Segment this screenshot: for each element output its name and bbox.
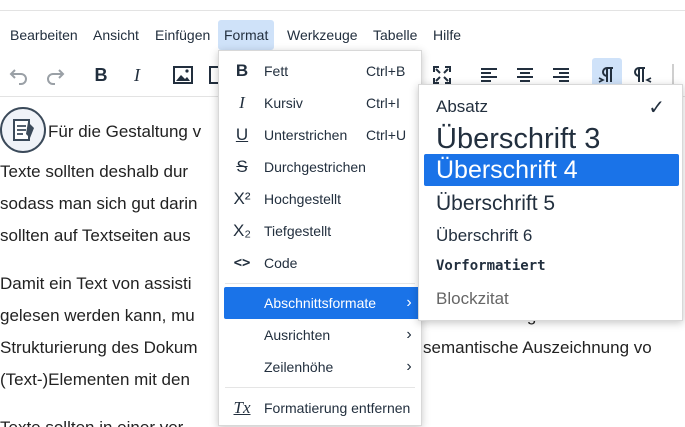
menu-bearbeiten[interactable]: Bearbeiten [4,20,84,50]
code-icon: <> [233,255,251,271]
chevron-right-icon: › [406,294,412,311]
block-item-h5[interactable]: Überschrift 5 [424,188,679,220]
italic-icon[interactable]: I [122,58,152,92]
paragraph-line-7-end: semantische Auszeichnung vo [423,338,652,357]
format-item-label: Abschnittsformate [264,295,377,311]
check-icon: ✓ [648,96,665,119]
paragraph-line-4: sollten auf Textseiten aus [0,226,191,245]
format-item-shortcut: Ctrl+I [366,95,400,111]
block-item-label: Überschrift 4 [436,155,578,184]
format-item-label: Ausrichten [264,327,331,343]
menu-werkzeuge[interactable]: Werkzeuge [281,20,364,50]
format-bold-item[interactable]: B Fett Ctrl+B [220,55,420,87]
menu-format[interactable]: Format [218,20,275,50]
paragraph-line-3: sodass man sich gut darin [0,194,198,213]
paragraph-line-8: (Text-)Elementen mit den [0,370,190,389]
top-border [0,0,685,11]
menu-tabelle[interactable]: Tabelle [367,20,423,50]
format-item-label: Kursiv [264,95,303,111]
redo-icon[interactable] [40,58,70,92]
menu-einfuegen[interactable]: Einfügen [149,20,216,50]
format-item-label: Hochgestellt [264,191,342,207]
block-item-label: Absatz [436,97,488,116]
format-menu: B Fett Ctrl+B I Kursiv Ctrl+I U Unterstr… [218,50,422,426]
block-item-h4[interactable]: Überschrift 4 [424,154,679,186]
format-item-label: Zeilenhöhe [264,359,334,375]
format-italic-item[interactable]: I Kursiv Ctrl+I [220,87,420,119]
format-item-label: Durchgestrichen [264,159,366,175]
format-strikethrough-item[interactable]: S Durchgestrichen [220,151,420,183]
paragraph-line-9: Texte sollten in einer ver [0,412,183,427]
menu-separator [225,387,415,388]
block-item-h6[interactable]: Überschrift 6 [424,221,679,251]
italic-icon: I [239,93,245,112]
chevron-right-icon: › [406,358,412,375]
paragraph-line-2: Texte sollten deshalb dur [0,162,189,181]
menu-hilfe[interactable]: Hilfe [427,20,467,50]
format-item-label: Unterstrichen [264,127,348,143]
paragraph-line-6: gelesen werden kann, mu [0,306,195,325]
block-formats-submenu: Absatz ✓ Überschrift 3 Überschrift 4 Übe… [418,84,683,321]
chevron-right-icon: › [406,326,412,343]
format-superscript-item[interactable]: X² Hochgestellt [220,183,420,215]
underline-icon: U [235,125,249,144]
format-clear-item[interactable]: Tx Formatierung entfernen [220,392,420,424]
menu-ansicht[interactable]: Ansicht [87,20,145,50]
format-line-height-item[interactable]: Zeilenhöhe › [220,351,420,383]
subscript-icon: X₂ [233,221,251,240]
format-item-label: Code [264,255,298,271]
format-underline-item[interactable]: U Unterstrichen Ctrl+U [220,119,420,151]
format-item-shortcut: Ctrl+B [366,63,406,79]
paragraph-line-7: Strukturierung des Dokum [0,338,198,357]
menu-separator [225,283,415,284]
block-item-h3[interactable]: Überschrift 3 [424,121,679,157]
block-item-label: Überschrift 6 [436,226,533,245]
format-align-item[interactable]: Ausrichten › [220,319,420,351]
format-item-label: Tiefgestellt [264,223,332,239]
format-code-item[interactable]: <> Code [220,247,420,279]
block-item-label: Überschrift 5 [436,192,556,215]
paragraph-line-1: Für die Gestaltung v [48,122,202,141]
clear-formatting-icon: Tx [233,398,251,417]
image-icon[interactable] [168,58,198,92]
menubar: Bearbeiten Ansicht Einfügen Format Werkz… [0,20,685,50]
superscript-icon: X² [233,189,251,208]
block-item-label: Vorformatiert [436,258,546,274]
bold-icon: B [235,61,249,80]
format-item-shortcut: Ctrl+U [366,127,407,143]
undo-icon[interactable] [4,58,34,92]
document-icon [0,107,46,153]
block-item-label: Blockzitat [436,289,509,308]
strikethrough-icon: S [236,157,248,176]
paragraph-line-5: Damit ein Text von assisti [0,274,192,293]
block-item-blockquote[interactable]: Blockzitat [424,283,679,315]
block-item-paragraph[interactable]: Absatz ✓ [424,89,679,125]
bold-icon[interactable]: B [86,58,116,92]
block-item-pre[interactable]: Vorformatiert [424,251,679,281]
format-subscript-item[interactable]: X₂ Tiefgestellt [220,215,420,247]
block-item-label: Überschrift 3 [436,122,601,155]
toolbar-divider [672,64,674,86]
format-item-label: Formatierung entfernen [264,400,411,416]
format-item-label: Fett [264,63,289,79]
format-block-formats-item[interactable]: Abschnittsformate › [224,287,420,319]
